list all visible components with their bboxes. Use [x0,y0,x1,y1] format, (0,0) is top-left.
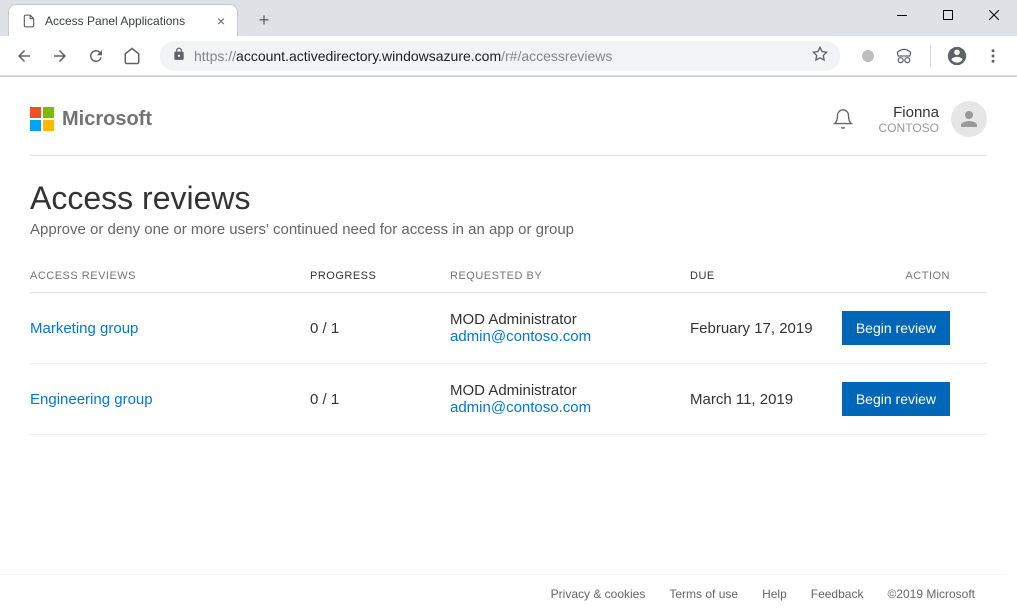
review-name-link[interactable]: Engineering group [30,391,153,408]
copyright-text: ©2019 Microsoft [887,587,975,601]
browser-chrome: Access Panel Applications × + https://ac… [0,0,1017,77]
due-date: February 17, 2019 [690,320,830,337]
secure-lock-icon [172,47,186,64]
user-display-name: Fionna [879,104,939,121]
new-tab-button[interactable]: + [250,6,278,34]
reload-button[interactable] [80,40,112,72]
column-header-due: DUE [690,270,830,282]
microsoft-logo[interactable]: Microsoft [30,107,152,131]
requester-name: MOD Administrator [450,382,690,399]
page-scroll[interactable]: Microsoft Fionna CONTOSO Access reviews … [0,77,1017,613]
progress-value: 0 / 1 [310,391,450,408]
feedback-link[interactable]: Feedback [811,587,864,601]
page-header: Microsoft Fionna CONTOSO [30,101,987,156]
page-title: Access reviews [30,180,987,217]
tab-title: Access Panel Applications [45,14,185,28]
extension-icon[interactable] [852,40,884,72]
page-footer: Privacy & cookies Terms of use Help Feed… [0,574,1003,613]
requester-email-link[interactable]: admin@contoso.com [450,328,591,345]
user-org-name: CONTOSO [879,121,939,135]
browser-toolbar: https://account.activedirectory.windowsa… [0,36,1017,76]
help-link[interactable]: Help [762,587,787,601]
begin-review-button[interactable]: Begin review [842,311,950,345]
progress-value: 0 / 1 [310,320,450,337]
user-menu[interactable]: Fionna CONTOSO [879,101,987,137]
browser-tab-strip: Access Panel Applications × + [0,0,1017,36]
notifications-bell-icon[interactable] [831,107,855,131]
table-header-row: ACCESS REVIEWS PROGRESS REQUESTED BY DUE… [30,270,987,293]
window-close-button[interactable] [971,0,1017,30]
page-subtitle: Approve or deny one or more users' conti… [30,221,987,238]
column-header-name: ACCESS REVIEWS [30,270,310,282]
avatar [951,101,987,137]
microsoft-logo-icon [30,107,54,131]
brand-name: Microsoft [62,108,152,131]
column-header-requested-by: REQUESTED BY [450,270,690,282]
column-header-action: ACTION [830,270,950,282]
privacy-link[interactable]: Privacy & cookies [551,587,646,601]
home-button[interactable] [116,40,148,72]
window-minimize-button[interactable] [879,0,925,30]
table-row: Engineering group 0 / 1 MOD Administrato… [30,364,987,435]
profile-avatar-icon[interactable] [941,40,973,72]
review-name-link[interactable]: Marketing group [30,320,138,337]
access-reviews-table: ACCESS REVIEWS PROGRESS REQUESTED BY DUE… [30,270,987,435]
window-controls [879,0,1017,30]
incognito-icon[interactable] [888,40,920,72]
page-content: Microsoft Fionna CONTOSO Access reviews … [0,77,1017,485]
begin-review-button[interactable]: Begin review [842,382,950,416]
address-bar[interactable]: https://account.activedirectory.windowsa… [160,41,840,71]
page-favicon-icon [21,13,37,29]
requester-email-link[interactable]: admin@contoso.com [450,399,591,416]
menu-dots-icon[interactable] [977,40,1009,72]
table-row: Marketing group 0 / 1 MOD Administrator … [30,293,987,364]
column-header-progress: PROGRESS [310,270,450,282]
due-date: March 11, 2019 [690,391,830,408]
requester-name: MOD Administrator [450,311,690,328]
back-button[interactable] [8,40,40,72]
star-bookmark-icon[interactable] [812,46,828,65]
tab-close-button[interactable]: × [217,13,225,29]
terms-link[interactable]: Terms of use [669,587,738,601]
separator [930,45,931,67]
url-text: https://account.activedirectory.windowsa… [194,48,804,64]
window-maximize-button[interactable] [925,0,971,30]
browser-tab-active[interactable]: Access Panel Applications × [8,4,238,36]
forward-button[interactable] [44,40,76,72]
